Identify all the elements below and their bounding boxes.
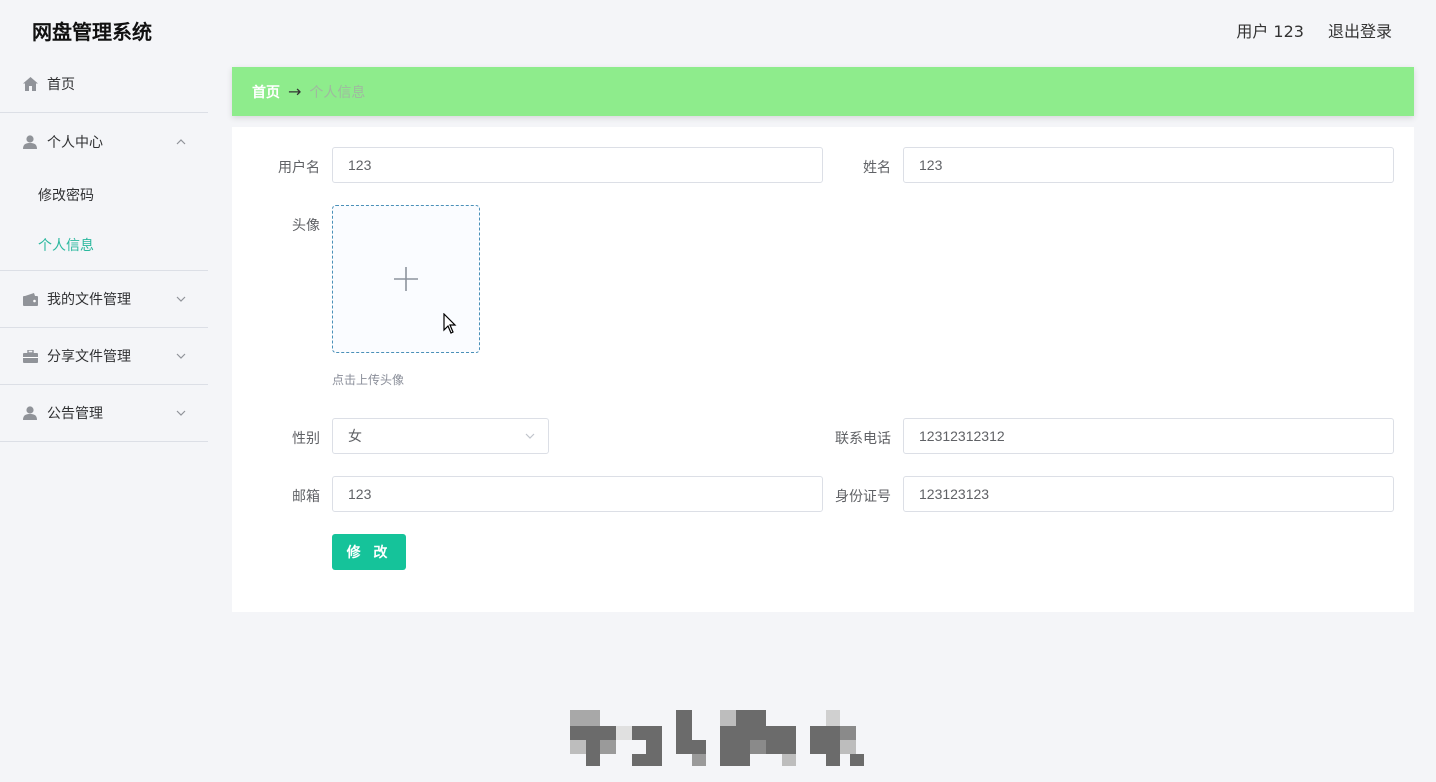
breadcrumb-current: 个人信息 [309, 84, 366, 101]
chevron-down-icon [176, 353, 186, 359]
username-label: 用户名 [278, 160, 320, 176]
phone-label: 联系电话 [835, 431, 891, 447]
breadcrumb-home-link[interactable]: 首页 [252, 82, 280, 102]
sidebar-item-label: 首页 [47, 77, 75, 93]
avatar-label: 头像 [292, 218, 320, 234]
chevron-down-icon [176, 410, 186, 416]
breadcrumb-separator: → [288, 82, 302, 101]
sidebar-item-announcements[interactable]: 公告管理 [0, 385, 208, 442]
home-icon [22, 76, 38, 92]
sidebar-item-my-files[interactable]: 我的文件管理 [0, 271, 208, 328]
sidebar-item-personal-info[interactable]: 个人信息 [0, 220, 208, 270]
chevron-down-icon [176, 296, 186, 302]
header-user-area: 用户 123 退出登录 [1236, 18, 1392, 42]
sidebar-item-label: 分享文件管理 [47, 349, 131, 365]
email-label: 邮箱 [292, 489, 320, 505]
name-label: 姓名 [863, 160, 891, 176]
id-number-label: 身份证号 [835, 489, 891, 505]
wallet-icon [22, 291, 38, 307]
sidebar-item-home[interactable]: 首页 [0, 56, 208, 113]
avatar-upload[interactable] [332, 205, 480, 353]
chevron-up-icon [176, 138, 186, 144]
personal-info-form: 用户名 123 姓名 123 头像 点击上传头像 性别 女 联系电话 12312… [232, 127, 1414, 612]
chevron-down-icon [525, 433, 535, 439]
current-user-label: 用户 123 [1236, 22, 1304, 41]
personal-center-submenu: 修改密码 个人信息 [0, 170, 208, 271]
avatar-upload-tip: 点击上传头像 [332, 373, 405, 387]
sidebar-item-shared-files[interactable]: 分享文件管理 [0, 328, 208, 385]
sidebar-item-label: 个人中心 [47, 134, 103, 151]
briefcase-icon [22, 348, 38, 364]
sidebar-item-label: 公告管理 [47, 406, 103, 422]
app-title: 网盘管理系统 [32, 20, 152, 44]
sidebar-item-change-password[interactable]: 修改密码 [0, 170, 208, 220]
mouse-cursor-icon [443, 313, 457, 334]
user-icon [22, 405, 38, 421]
sidebar-item-personal-center[interactable]: 个人中心 [0, 113, 208, 170]
sidebar: 首页 个人中心 修改密码 个人信息 我的文件管理 分享文件管理 公告管理 [0, 56, 208, 442]
phone-input[interactable]: 12312312312 [903, 418, 1394, 454]
sidebar-item-label: 我的文件管理 [47, 292, 131, 308]
submit-button[interactable]: 修 改 [332, 534, 406, 570]
user-icon [22, 134, 38, 150]
name-input[interactable]: 123 [903, 147, 1394, 183]
gender-select[interactable]: 女 [332, 418, 549, 454]
breadcrumb: 首页 → 个人信息 [232, 67, 1414, 116]
username-input[interactable]: 123 [332, 147, 823, 183]
pixelated-watermark [570, 710, 864, 766]
plus-icon [394, 267, 418, 291]
logout-button[interactable]: 退出登录 [1328, 18, 1392, 42]
gender-label: 性别 [292, 431, 320, 447]
id-number-input[interactable]: 123123123 [903, 476, 1394, 512]
email-input[interactable]: 123 [332, 476, 823, 512]
gender-select-value: 女 [348, 428, 362, 444]
